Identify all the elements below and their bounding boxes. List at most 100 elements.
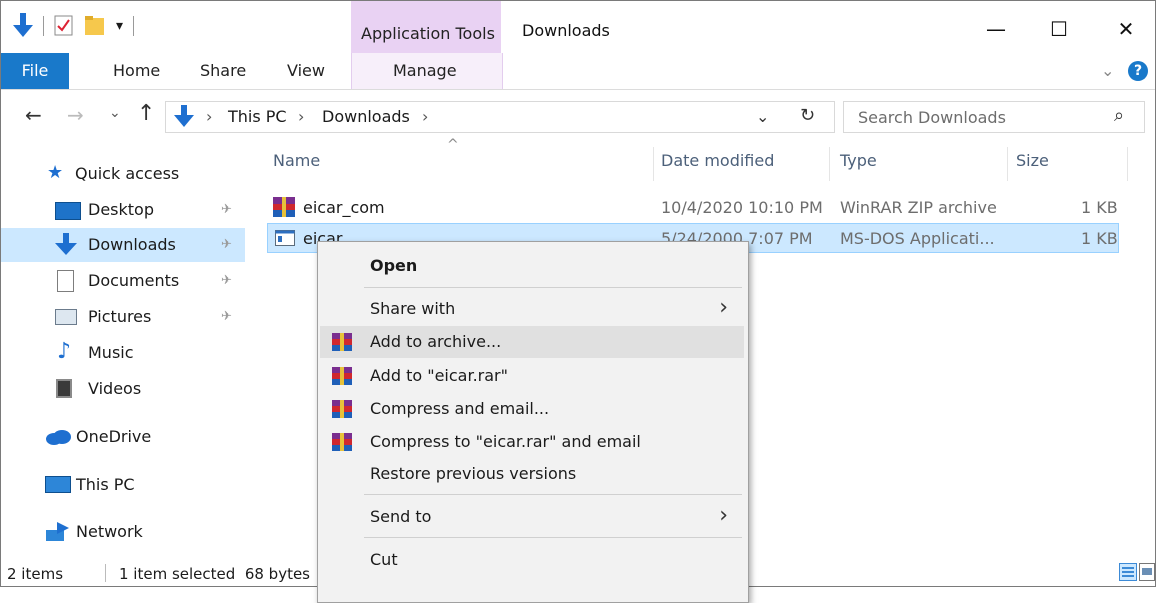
up-button[interactable]: ↑ (137, 101, 155, 126)
menu-item-share-with[interactable]: Share with › (320, 293, 744, 325)
forward-button[interactable]: → (67, 103, 84, 127)
menu-item-add-to-eicar-rar[interactable]: Add to "eicar.rar" (320, 360, 744, 392)
menu-item-compress-and-email[interactable]: Compress and email... (320, 393, 744, 425)
nav-item-label: Music (88, 343, 134, 362)
nav-item-label: OneDrive (76, 427, 152, 446)
download-arrow-icon (174, 105, 194, 127)
ribbon-expand-icon[interactable]: ⌄ (1101, 53, 1114, 89)
nav-item-label: Downloads (88, 235, 176, 254)
nav-item-this-pc[interactable]: This PC (1, 468, 245, 502)
menu-item-label: Add to archive... (370, 332, 502, 351)
nav-item-music[interactable]: ♪ Music (1, 336, 245, 370)
tab-view[interactable]: View (287, 53, 325, 89)
customize-qat-icon[interactable]: ▾ (116, 18, 123, 34)
new-folder-icon[interactable] (84, 16, 106, 36)
pin-icon[interactable]: ✈ (221, 273, 232, 288)
column-divider[interactable] (653, 147, 654, 181)
nav-item-documents[interactable]: Documents ✈ (1, 264, 245, 298)
file-row-eicar-com[interactable]: eicar_com 10/4/2020 10:10 PM WinRAR ZIP … (267, 193, 1119, 223)
breadcrumb-downloads[interactable]: Downloads (322, 107, 410, 126)
winrar-icon (332, 333, 352, 351)
menu-item-label: Open (370, 256, 418, 275)
search-input[interactable]: Search Downloads ⌕ (843, 101, 1145, 133)
tab-manage[interactable]: Manage (393, 53, 457, 89)
maximize-button[interactable]: ☐ (1036, 9, 1082, 49)
large-icons-view-button[interactable] (1139, 563, 1155, 581)
address-dropdown-icon[interactable]: ⌄ (756, 107, 769, 126)
qat-separator (133, 16, 135, 36)
nav-item-label: Pictures (88, 307, 152, 326)
column-header-type[interactable]: Type (840, 151, 877, 177)
tab-share[interactable]: Share (200, 53, 246, 89)
file-size: 1 KB (1081, 229, 1118, 248)
submenu-arrow-icon: › (719, 503, 728, 528)
sort-indicator-icon: ^ (447, 137, 459, 153)
menu-item-restore-previous-versions[interactable]: Restore previous versions (320, 458, 744, 490)
nav-item-quick-access[interactable]: ★ Quick access (1, 157, 245, 191)
column-divider[interactable] (829, 147, 830, 181)
nav-item-label: Network (76, 522, 143, 541)
breadcrumb-this-pc[interactable]: This PC (228, 107, 287, 126)
minimize-button[interactable]: — (973, 9, 1019, 49)
winrar-icon (273, 197, 295, 217)
documents-icon (57, 270, 74, 292)
download-arrow-icon (55, 233, 77, 255)
address-bar[interactable]: › This PC › Downloads › ⌄ ↻ (165, 101, 835, 133)
column-header-name[interactable]: Name (273, 151, 320, 177)
breadcrumb-separator: › (298, 107, 305, 126)
breadcrumb-separator: › (206, 107, 213, 126)
nav-item-downloads[interactable]: Downloads ✈ (1, 228, 245, 262)
menu-item-compress-to-eicar-rar-and-email[interactable]: Compress to "eicar.rar" and email (320, 426, 744, 458)
recent-locations-button[interactable]: ⌄ (109, 105, 121, 121)
help-icon[interactable]: ? (1128, 61, 1148, 81)
videos-icon (56, 379, 72, 398)
close-button[interactable]: ✕ (1103, 9, 1149, 49)
nav-item-videos[interactable]: Videos (1, 372, 245, 406)
column-divider[interactable] (1127, 147, 1128, 181)
pin-icon[interactable]: ✈ (221, 202, 232, 217)
download-arrow-icon[interactable] (13, 13, 33, 39)
file-size: 1 KB (1081, 198, 1118, 217)
computer-icon (45, 476, 71, 493)
nav-item-desktop[interactable]: Desktop ✈ (1, 193, 245, 227)
properties-checkbox-icon[interactable] (54, 15, 74, 37)
menu-item-send-to[interactable]: Send to › (320, 501, 744, 533)
file-date: 10/4/2020 10:10 PM (661, 198, 823, 217)
menu-item-label: Share with (370, 299, 456, 318)
details-view-icon (1122, 575, 1134, 577)
winrar-icon (332, 433, 352, 451)
column-divider[interactable] (1007, 147, 1008, 181)
menu-item-cut[interactable]: Cut (320, 544, 744, 576)
network-icon (46, 522, 69, 541)
submenu-arrow-icon: › (719, 295, 728, 320)
back-button[interactable]: ← (25, 103, 42, 127)
menu-separator (364, 537, 742, 538)
refresh-icon[interactable]: ↻ (800, 105, 815, 126)
nav-item-onedrive[interactable]: OneDrive (1, 420, 245, 454)
menu-separator (364, 494, 742, 495)
column-header-size[interactable]: Size (1016, 151, 1049, 177)
details-view-icon (1122, 567, 1134, 569)
file-type: MS-DOS Applicati... (840, 229, 995, 248)
ribbon-tabs: File Home Share View Manage ⌄ ? (1, 53, 1155, 90)
pictures-icon (55, 309, 77, 325)
qat-separator (43, 16, 44, 36)
tab-file[interactable]: File (1, 53, 69, 89)
title-bar: ▾ Application Tools Downloads — ☐ ✕ (1, 1, 1155, 53)
menu-item-label: Cut (370, 550, 398, 569)
cloud-icon (46, 430, 71, 445)
pin-icon[interactable]: ✈ (221, 309, 232, 324)
menu-item-open[interactable]: Open (320, 250, 744, 282)
tab-home[interactable]: Home (113, 53, 160, 89)
application-tools-header: Application Tools (351, 1, 501, 53)
column-header-date-modified[interactable]: Date modified (661, 151, 774, 177)
nav-item-pictures[interactable]: Pictures ✈ (1, 300, 245, 334)
menu-item-add-to-archive[interactable]: Add to archive... (320, 326, 744, 358)
nav-item-network[interactable]: Network (1, 515, 245, 549)
menu-item-label: Send to (370, 507, 432, 526)
nav-item-label: Documents (88, 271, 180, 290)
context-menu: Open Share with › Add to archive... Add … (317, 241, 749, 603)
window-title: Downloads (522, 21, 610, 40)
details-view-button[interactable] (1119, 563, 1137, 581)
pin-icon[interactable]: ✈ (221, 237, 232, 252)
